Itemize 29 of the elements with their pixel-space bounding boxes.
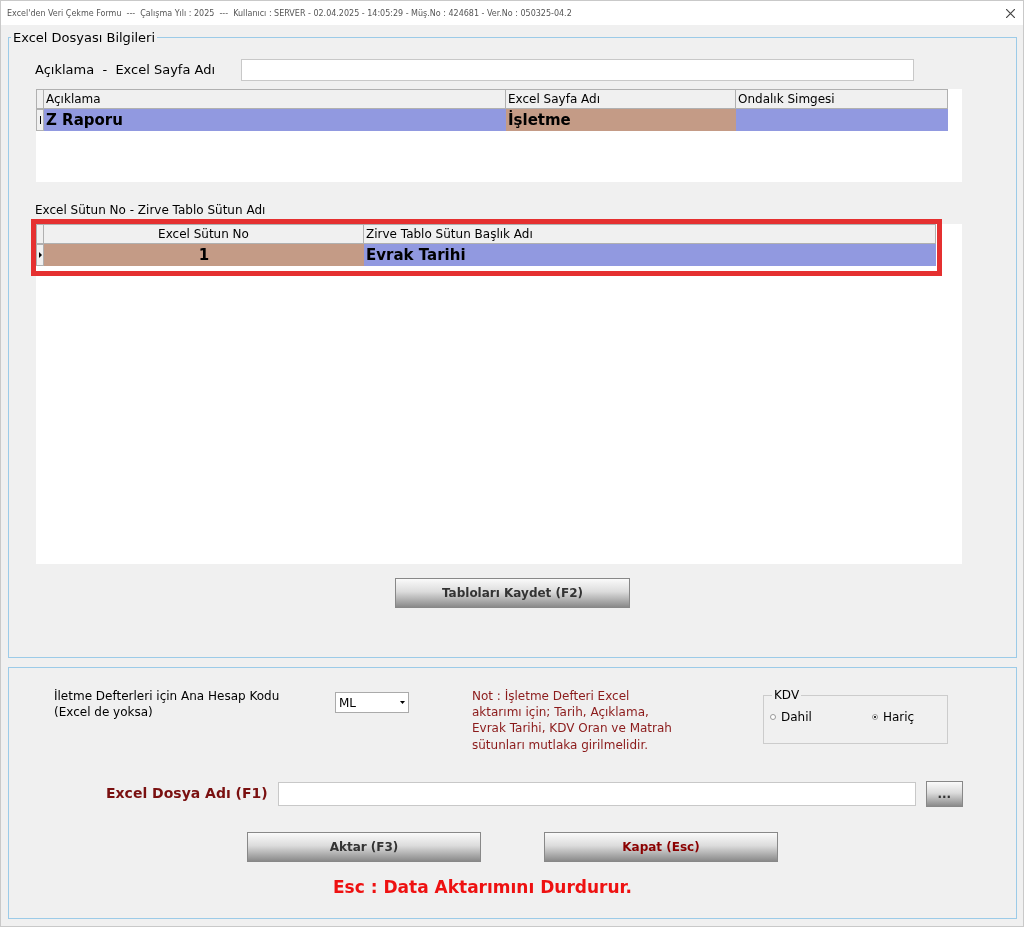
account-dropdown[interactable]: ML [335, 692, 409, 713]
group-title: Excel Dosyası Bilgileri [12, 30, 157, 45]
input-field[interactable] [241, 59, 915, 81]
field-label: Açıklama - Excel Sayfa Adı [35, 61, 216, 79]
grid-label: Excel Sütun No - Zirve Tablo Sütun Adı [35, 202, 266, 219]
table-cell: 1 [44, 244, 364, 267]
close-icon[interactable] [1006, 8, 1015, 18]
radio-option[interactable]: Hariç [871, 710, 915, 724]
action-button[interactable]: Aktar (F3) [247, 831, 481, 862]
hint-text: Esc : Data Aktarımını Durdurur. [333, 875, 632, 899]
window-title: Excel'den Veri Çekme Formu --- Çalışma Yılı : 2025 --- Kullanıcı : SERVER - 02.04.2025 - 14:05:29 - Müş.No : 424681 - Ver.No : 050325-04.2 [7, 8, 572, 18]
input-field[interactable] [277, 781, 916, 806]
save-button[interactable]: Tabloları Kaydet (F2) [395, 578, 630, 609]
note-text: Not : İşletme Defteri Excel aktarımı için; Tarih, Açıklama, Evrak Tarihi, KDV Oran ve Matrah sütunları mutlaka girilmelidir. [472, 688, 673, 753]
field-label: Excel Dosya Adı (F1) [106, 784, 268, 804]
column-header[interactable]: Zirve Tablo Sütun Başlık Adı [364, 224, 936, 245]
field-label: İletme Defterleri için Ana Hesap Kodu (Excel de yoksa) [54, 688, 281, 721]
column-header[interactable]: Excel Sütun No [44, 224, 364, 245]
table-cell: Z Raporu [44, 109, 506, 131]
column-header[interactable]: Ondalık Simgesi [736, 89, 948, 109]
table-cell: Evrak Tarihi [364, 244, 936, 267]
radio-option[interactable]: Dahil [770, 710, 812, 724]
action-button[interactable]: Kapat (Esc) [544, 831, 778, 862]
table-cell: İşletme [506, 109, 736, 131]
group-title: KDV [773, 688, 801, 702]
caret-icon [400, 701, 405, 704]
column-header[interactable]: Excel Sayfa Adı [506, 89, 736, 109]
browse-button[interactable]: ... [925, 780, 963, 807]
column-header[interactable]: Açıklama [44, 89, 506, 109]
